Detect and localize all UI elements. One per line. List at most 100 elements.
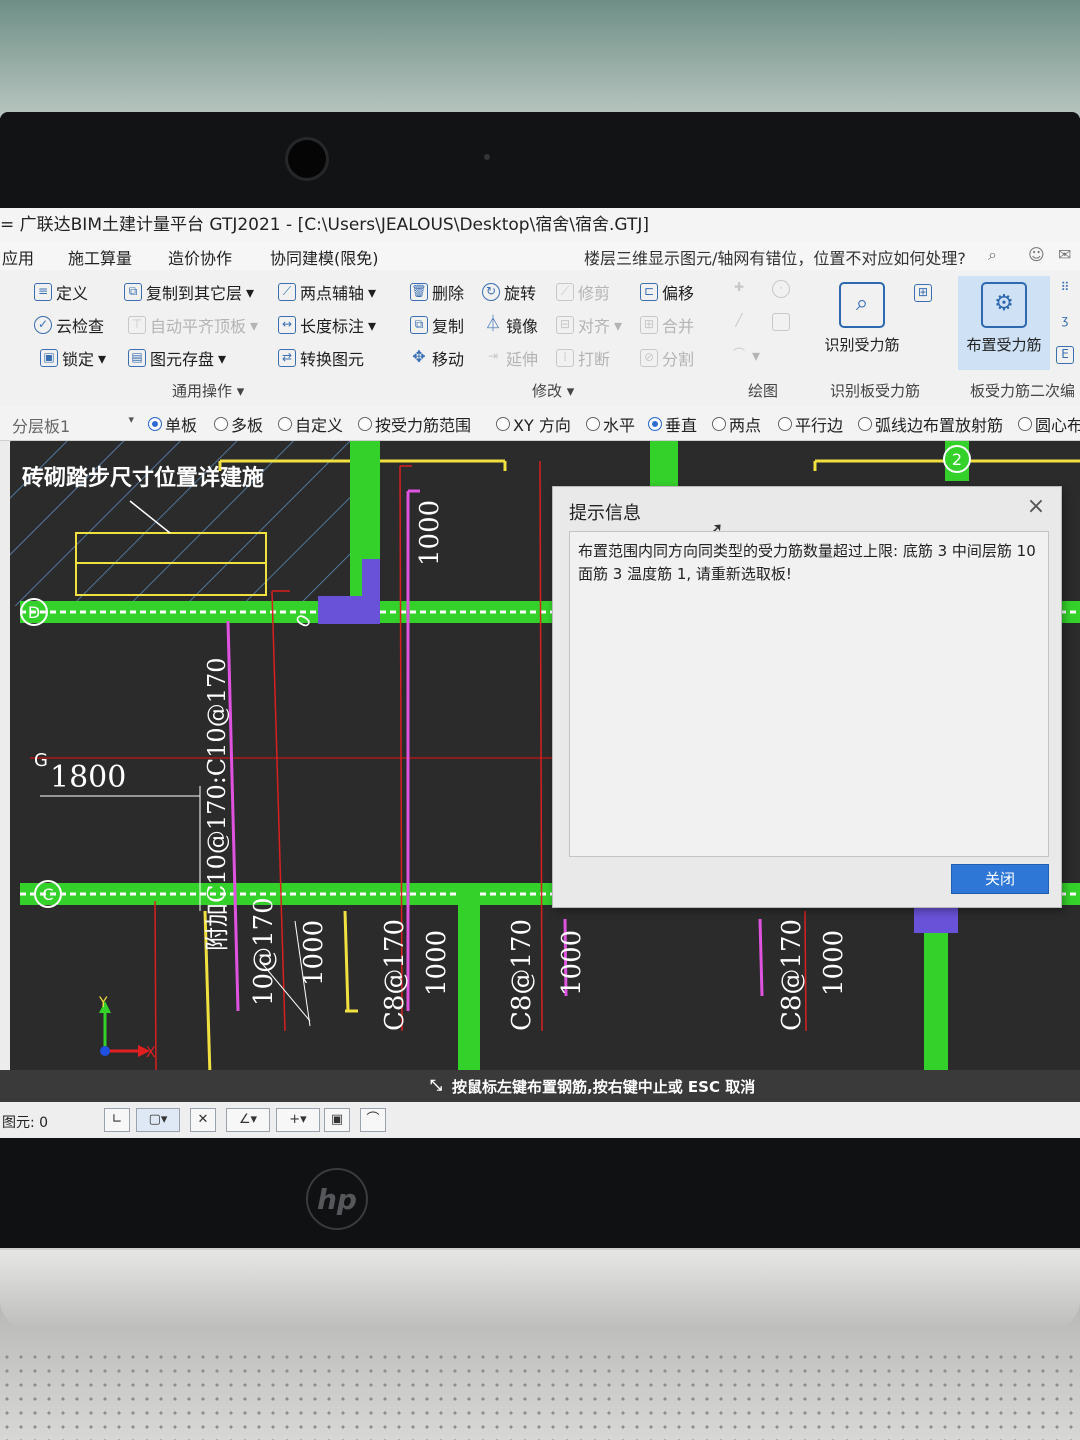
rebar-label-2: 1000 [299, 920, 329, 986]
angle-icon[interactable]: ∠▾ [226, 1108, 270, 1132]
draw-circle-icon[interactable]: · [772, 280, 790, 298]
close-icon[interactable]: × [1023, 493, 1049, 521]
break-button[interactable]: ⁞ 打断 [556, 346, 610, 370]
radio-horizontal[interactable]: 水平 [586, 412, 635, 436]
arc-snap-icon[interactable]: ⌒ [360, 1108, 386, 1132]
rebar-tool-icon-3[interactable]: E [1056, 346, 1074, 364]
help-question-link[interactable]: 楼层三维显示图元/轴网有错位，位置不对应如何处理? [584, 245, 974, 269]
draw-line-icon[interactable]: ╱ [730, 313, 748, 331]
dialog-message: 布置范围内同方向同类型的受力筋数量超过上限: 底筋 3 中间层筋 10 面筋 3… [569, 531, 1049, 857]
grid-icon[interactable]: ⊞ [914, 284, 932, 302]
define-icon: ≡ [34, 283, 52, 301]
radio-arc-radial[interactable]: 弧线边布置放射筋 [858, 412, 1003, 436]
close-button[interactable]: 关闭 [951, 864, 1049, 894]
cross-icon[interactable]: ✕ [190, 1108, 216, 1132]
length-dimension-button[interactable]: ↔ 长度标注 ▾ [278, 313, 376, 337]
radio-vertical[interactable]: 垂直 [648, 412, 697, 436]
radio-center[interactable]: 圆心布 [1018, 412, 1080, 436]
rotate-button[interactable]: ↻ 旋转 [482, 280, 536, 304]
menu-construction[interactable]: 施工算量 [68, 245, 132, 269]
align-button[interactable]: ⊟ 对齐 ▾ [556, 313, 622, 337]
axis-2-label: 2 [952, 450, 962, 469]
mirror-button[interactable]: ⏃ 镜像 [484, 313, 538, 337]
rebar-tool-icon-2[interactable]: ʒ [1056, 313, 1074, 331]
radio-custom[interactable]: 自定义 [278, 412, 343, 436]
menu-bar: 应用 施工算量 造价协作 协同建模(限免) 楼层三维显示图元/轴网有错位，位置不… [0, 242, 1080, 270]
save-element-button[interactable]: ▤ 图元存盘 ▾ [128, 346, 226, 370]
x-axis-label: X [146, 1045, 156, 1061]
laptop-top-bezel [0, 112, 1080, 216]
select-box-icon[interactable]: ▢▾ [136, 1108, 180, 1132]
extend-button[interactable]: ⇥ 延伸 [484, 346, 538, 370]
dim-1000-top: 1000 [415, 500, 445, 566]
group-modify: 修改 ▾ [532, 382, 575, 400]
radio-two-point[interactable]: 两点 [712, 412, 761, 436]
layer-select[interactable]: 分层板1 ▾ [8, 410, 136, 436]
wall-v2 [458, 883, 480, 1076]
auto-align-top-button[interactable]: ⊤ 自动平齐顶板 ▾ [128, 313, 258, 337]
copy-button[interactable]: ⧉ 复制 [410, 313, 464, 337]
trim-button[interactable]: ⟋ 修剪 [556, 280, 610, 304]
cloud-check-button[interactable]: ✓ 云检查 [34, 313, 104, 337]
mirror-icon: ⏃ [484, 314, 501, 333]
radio-indicator [648, 417, 662, 431]
move-button[interactable]: ✥ 移动 [410, 346, 464, 370]
chat-icon[interactable]: ✉ [1058, 245, 1071, 264]
axis-g-label: G [34, 750, 48, 771]
offset-button[interactable]: ⊏ 偏移 [640, 280, 694, 304]
radio-single-board[interactable]: 单板 [148, 412, 197, 436]
merge-button[interactable]: ⊞ 合并 [640, 313, 694, 337]
menu-app[interactable]: 应用 [2, 245, 34, 269]
extend-icon: ⇥ [487, 349, 499, 363]
draw-point-icon[interactable]: ✚ [730, 280, 748, 298]
laptop-screen: = 广联达BIM土建计量平台 GTJ2021 - [C:\Users\JEALO… [0, 208, 1080, 1140]
snap-icon[interactable]: +▾ [276, 1108, 320, 1132]
axis-icon: ⟋ [278, 283, 296, 301]
menu-collab[interactable]: 协同建模(限免) [270, 245, 379, 269]
rotate-icon: ↻ [482, 283, 500, 301]
cloud-check-icon: ✓ [34, 316, 52, 334]
define-button[interactable]: ≡ 定义 [34, 280, 88, 304]
draw-arc-icon[interactable]: ⌒ ▾ [730, 346, 760, 365]
copy-icon: ⧉ [410, 316, 428, 334]
info-dialog: 提示信息 × ➚ 布置范围内同方向同类型的受力筋数量超过上限: 底筋 3 中间层… [552, 486, 1062, 908]
laptop-hinge [0, 1250, 1080, 1330]
place-rebar-button[interactable]: ⚙ 布置受力筋 [958, 276, 1050, 370]
delete-button[interactable]: 🗑 删除 [410, 280, 464, 304]
group-place: 板受力筋二次编 [970, 382, 1076, 400]
radio-indicator [1018, 417, 1032, 431]
dim-1800: 1800 [50, 760, 126, 795]
laptop-bottom-bezel [0, 1138, 1080, 1250]
rebar-label-3: C8@170 [380, 919, 410, 1031]
identify-rebar-button[interactable]: ⌕ 识别受力筋 [816, 282, 908, 355]
note-text: 砖砌踏步尺寸位置详建施 [22, 465, 264, 491]
radio-by-range[interactable]: 按受力筋范围 [358, 412, 471, 436]
save-element-icon: ▤ [128, 349, 146, 367]
rebar-label-7: C8@170 [777, 919, 807, 1031]
two-point-axis-button[interactable]: ⟋ 两点辅轴 ▾ [278, 280, 376, 304]
menu-cost[interactable]: 造价协作 [168, 245, 232, 269]
status-hint: 按鼠标左键布置钢筋,按右键中止或 ESC 取消 [452, 1078, 756, 1096]
user-icon[interactable]: ☺ [1028, 245, 1045, 264]
axis-d-label: D [28, 603, 40, 622]
search-icon[interactable]: ⌕ [988, 245, 997, 265]
group-identify: 识别板受力筋 [830, 382, 921, 400]
radio-xy[interactable]: XY 方向 [496, 412, 571, 436]
radio-parallel[interactable]: 平行边 [778, 412, 843, 436]
layer-icon[interactable]: ▣ [324, 1108, 350, 1132]
radio-indicator [712, 417, 726, 431]
ortho-icon[interactable]: ∟ [104, 1108, 130, 1132]
webcam-icon [288, 140, 326, 178]
radio-indicator [214, 417, 228, 431]
radio-indicator [586, 417, 600, 431]
lock-button[interactable]: ▣ 锁定 ▾ [40, 346, 106, 370]
copy-to-layer-button[interactable]: ⧉ 复制到其它层 ▾ [124, 280, 254, 304]
window-title: = 广联达BIM土建计量平台 GTJ2021 - [C:\Users\JEALO… [0, 215, 650, 235]
convert-element-button[interactable]: ⇄ 转换图元 [278, 346, 364, 370]
split-button[interactable]: ⊘ 分割 [640, 346, 694, 370]
group-draw: 绘图 [748, 382, 779, 400]
draw-rect-icon[interactable] [772, 313, 790, 331]
rebar-tool-icon-1[interactable]: ⠿ [1056, 280, 1074, 298]
radio-indicator [148, 417, 162, 431]
radio-multi-board[interactable]: 多板 [214, 412, 263, 436]
